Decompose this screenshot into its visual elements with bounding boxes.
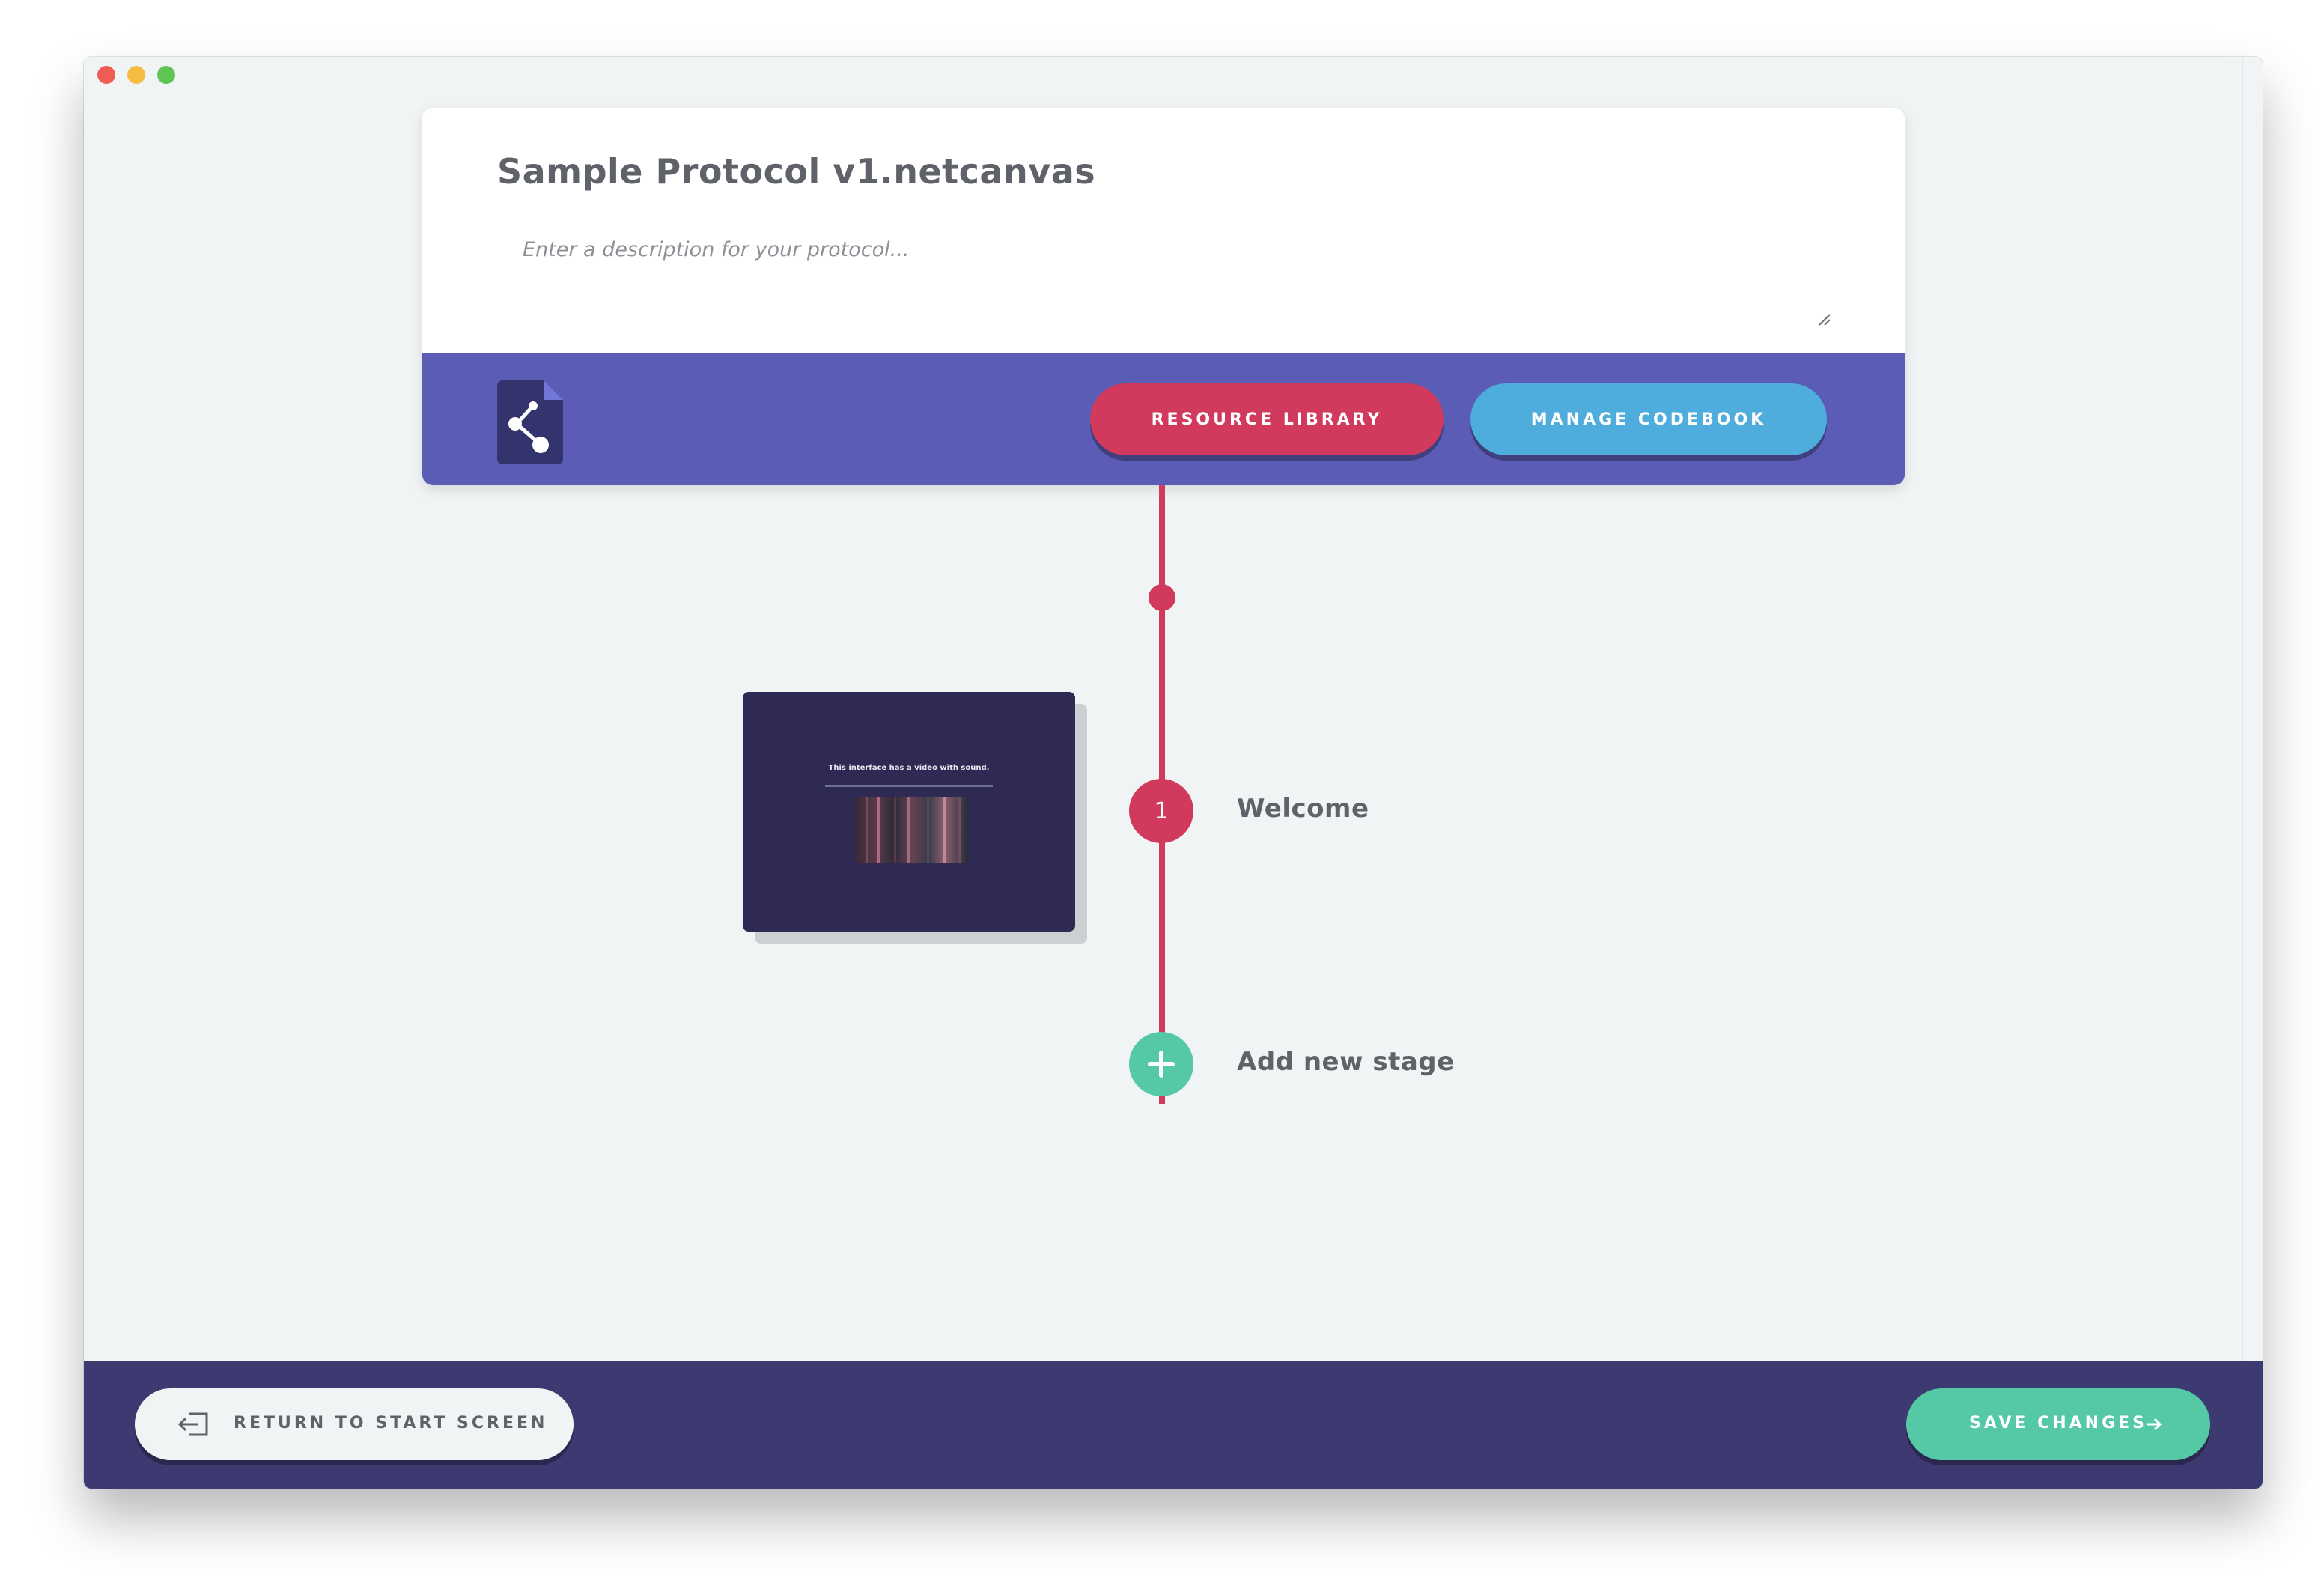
share-file-icon bbox=[497, 380, 563, 464]
stage-label[interactable]: Welcome bbox=[1237, 794, 1369, 824]
stage-preview-video bbox=[855, 797, 967, 863]
scrollbar-track[interactable] bbox=[2242, 57, 2243, 1361]
window-close-button[interactable] bbox=[97, 66, 115, 84]
window-minimize-button[interactable] bbox=[127, 66, 145, 84]
app-window: Sample Protocol v1.netcanvas RESOURCE LI… bbox=[84, 57, 2263, 1489]
stage-number-badge[interactable]: 1 bbox=[1129, 779, 1193, 843]
save-changes-label: SAVE CHANGES bbox=[1969, 1414, 2148, 1432]
arrow-right-icon bbox=[2147, 1418, 2162, 1431]
stage-preview-text: This interface has a video with sound. bbox=[828, 764, 990, 772]
manage-codebook-button[interactable]: MANAGE CODEBOOK bbox=[1470, 383, 1827, 455]
window-zoom-button[interactable] bbox=[157, 66, 175, 84]
add-stage-label[interactable]: Add new stage bbox=[1237, 1047, 1455, 1077]
stage-preview-subtext bbox=[825, 785, 993, 787]
resize-grip-icon[interactable] bbox=[1815, 310, 1831, 326]
protocol-description-input[interactable] bbox=[497, 232, 1830, 307]
protocol-header-card: Sample Protocol v1.netcanvas RESOURCE LI… bbox=[422, 108, 1905, 485]
plus-icon bbox=[1148, 1051, 1175, 1078]
resource-library-button[interactable]: RESOURCE LIBRARY bbox=[1090, 383, 1444, 455]
exit-icon bbox=[178, 1412, 208, 1436]
stage-preview-thumbnail[interactable]: This interface has a video with sound. bbox=[743, 692, 1075, 932]
return-to-start-label: RETURN TO START SCREEN bbox=[234, 1414, 548, 1432]
add-stage-button[interactable] bbox=[1129, 1032, 1193, 1096]
return-to-start-button[interactable]: RETURN TO START SCREEN bbox=[135, 1388, 574, 1460]
protocol-toolbar: RESOURCE LIBRARY MANAGE CODEBOOK bbox=[422, 353, 1905, 485]
timeline-insert-point[interactable] bbox=[1149, 584, 1175, 611]
footer-bar: RETURN TO START SCREEN SAVE CHANGES bbox=[84, 1361, 2263, 1489]
protocol-title: Sample Protocol v1.netcanvas bbox=[497, 151, 1096, 192]
save-changes-button[interactable]: SAVE CHANGES bbox=[1906, 1388, 2210, 1460]
